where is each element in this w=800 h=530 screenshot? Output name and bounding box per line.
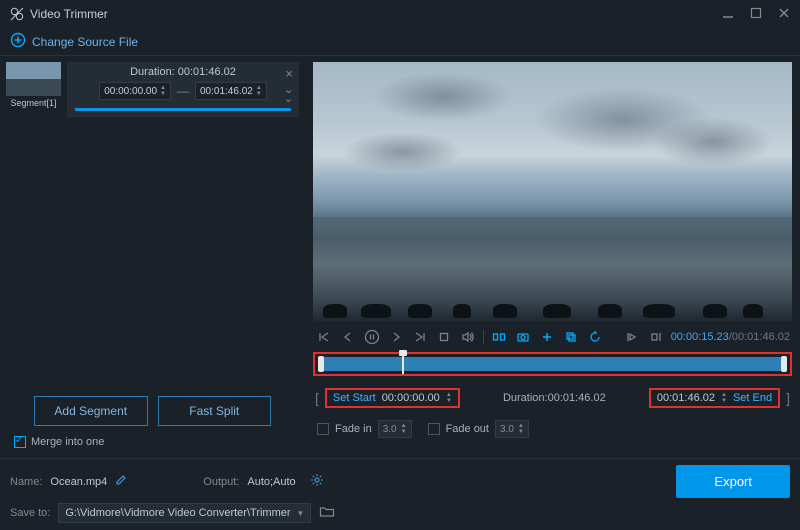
timeline[interactable]	[318, 357, 787, 371]
preview-pane: 00:00:15.23/00:01:46.02 [ Set Start 00:0…	[305, 56, 800, 458]
output-value: Auto;Auto	[247, 476, 295, 488]
export-button[interactable]: Export	[676, 465, 790, 498]
header-row: Change Source File	[0, 28, 800, 56]
segment-down-icon[interactable]: ⌄	[284, 94, 293, 105]
goto-start-icon[interactable]	[315, 328, 333, 346]
name-label: Name:	[10, 476, 42, 488]
timecode-display: 00:00:15.23/00:01:46.02	[671, 331, 790, 343]
bracket-in-icon[interactable]	[623, 328, 641, 346]
set-start-highlight: Set Start 00:00:00.00 ▲▼	[325, 388, 460, 408]
save-to-label: Save to:	[10, 507, 50, 519]
fade-in-checkbox[interactable]	[317, 423, 329, 435]
segments-pane: Segment[1] × ⌃ ⌄ Duration: 00:01:46.02 0…	[0, 56, 305, 458]
start-timecode[interactable]: 00:00:00.00	[382, 392, 440, 404]
copy-segment-icon[interactable]	[562, 328, 580, 346]
segment-start-input[interactable]: 00:00:00.00 ▲▼	[99, 82, 171, 100]
app-title: Video Trimmer	[30, 7, 722, 21]
add-circle-icon[interactable]	[10, 32, 26, 51]
set-end-button[interactable]: Set End	[733, 392, 772, 404]
next-frame-icon[interactable]	[387, 328, 405, 346]
set-start-button[interactable]: Set Start	[333, 392, 376, 404]
timeline-end-handle[interactable]	[781, 356, 787, 372]
timeline-start-handle[interactable]	[318, 356, 324, 372]
output-label: Output:	[203, 476, 239, 488]
fade-out-checkbox[interactable]	[428, 423, 440, 435]
goto-end-icon[interactable]	[411, 328, 429, 346]
stepper-down-icon[interactable]: ▼	[446, 398, 452, 404]
end-timecode[interactable]: 00:01:46.02	[657, 392, 715, 404]
chevron-down-icon[interactable]: ▼	[297, 509, 305, 518]
stop-icon[interactable]	[435, 328, 453, 346]
segment-progress-bar[interactable]	[75, 108, 291, 111]
stepper-down-icon[interactable]: ▼	[256, 91, 262, 97]
undo-icon[interactable]	[586, 328, 604, 346]
fade-out-label: Fade out	[446, 423, 489, 435]
settings-icon[interactable]	[310, 473, 324, 490]
segment-thumb-image	[6, 62, 61, 96]
duration-display: Duration:00:01:46.02	[466, 392, 643, 404]
segment-close-icon[interactable]: ×	[285, 66, 293, 81]
timeline-playhead[interactable]	[402, 354, 404, 374]
timeline-highlight	[313, 352, 792, 376]
duration-value: 00:01:46.02	[178, 66, 236, 78]
stepper-down-icon[interactable]: ▼	[518, 429, 524, 435]
edit-name-icon[interactable]	[115, 474, 127, 489]
stepper-down-icon[interactable]: ▼	[721, 398, 727, 404]
prev-frame-icon[interactable]	[339, 328, 357, 346]
video-preview[interactable]	[313, 62, 792, 322]
segment-up-icon[interactable]: ⌃	[284, 82, 293, 93]
playback-controls: 00:00:15.23/00:01:46.02	[313, 322, 792, 352]
stepper-down-icon[interactable]: ▼	[160, 91, 166, 97]
merge-label: Merge into one	[31, 436, 104, 448]
app-logo-icon	[10, 7, 24, 21]
fade-row: Fade in 3.0 ▲▼ Fade out 3.0 ▲▼	[313, 420, 792, 438]
fast-split-button[interactable]: Fast Split	[158, 396, 272, 426]
stepper-down-icon[interactable]: ▼	[401, 429, 407, 435]
open-folder-icon[interactable]	[319, 505, 335, 522]
set-start-end-row: [ Set Start 00:00:00.00 ▲▼ Duration:00:0…	[313, 384, 792, 412]
close-icon[interactable]	[778, 7, 790, 22]
set-end-highlight: 00:01:46.02 ▲▼ Set End	[649, 388, 780, 408]
merge-checkbox[interactable]	[14, 436, 26, 448]
segment-label: Segment[1]	[6, 98, 61, 108]
add-segment-button[interactable]: Add Segment	[34, 396, 148, 426]
titlebar: Video Trimmer	[0, 0, 800, 28]
snapshot-icon[interactable]	[514, 328, 532, 346]
segment-thumb[interactable]: Segment[1]	[6, 62, 61, 117]
change-source-link[interactable]: Change Source File	[32, 35, 138, 49]
footer: Name: Ocean.mp4 Output: Auto;Auto Export…	[0, 458, 800, 530]
duration-label: Duration:	[130, 66, 175, 78]
play-pause-icon[interactable]	[363, 328, 381, 346]
volume-icon[interactable]	[459, 328, 477, 346]
bracket-out-icon[interactable]	[647, 328, 665, 346]
segment-end-input[interactable]: 00:01:46.02 ▲▼	[195, 82, 267, 100]
name-value: Ocean.mp4	[50, 476, 107, 488]
minimize-icon[interactable]	[722, 7, 734, 22]
fade-in-input[interactable]: 3.0 ▲▼	[378, 420, 412, 438]
fade-in-label: Fade in	[335, 423, 372, 435]
save-path-dropdown[interactable]: G:\Vidmore\Vidmore Video Converter\Trimm…	[58, 503, 311, 523]
maximize-icon[interactable]	[750, 7, 762, 22]
bracket-right-icon: ]	[786, 390, 790, 406]
split-icon[interactable]	[490, 328, 508, 346]
add-marker-icon[interactable]	[538, 328, 556, 346]
fade-out-input[interactable]: 3.0 ▲▼	[495, 420, 529, 438]
segment-card: × ⌃ ⌄ Duration: 00:01:46.02 00:00:00.00 …	[67, 62, 299, 117]
bracket-left-icon: [	[315, 390, 319, 406]
